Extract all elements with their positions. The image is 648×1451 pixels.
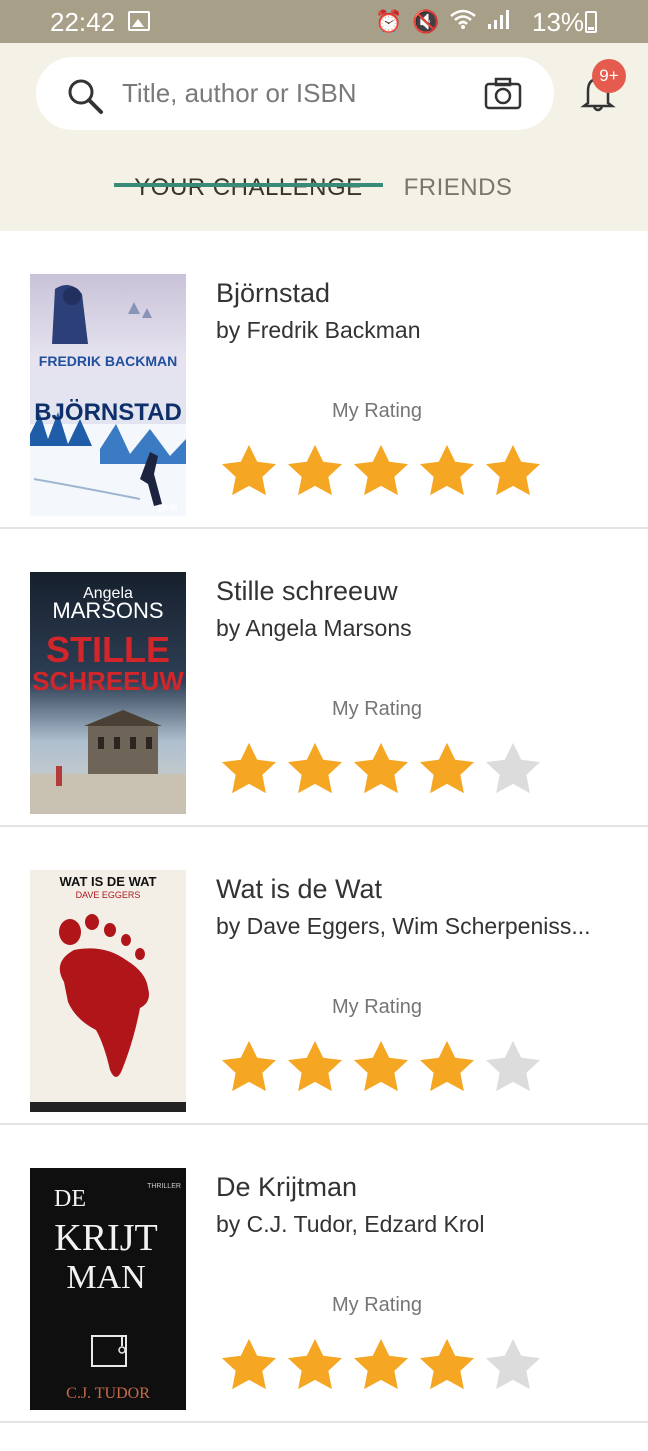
star-filled-icon[interactable] [216,1037,282,1093]
star-filled-icon[interactable] [216,1335,282,1391]
rating-label: My Rating [332,996,423,1018]
notification-badge[interactable]: 9+ [592,59,626,93]
star-empty-icon[interactable] [480,1335,546,1391]
rating-label: My Rating [332,698,423,720]
header: 9+ YOUR CHALLENGE FRIENDS [0,43,648,231]
star-filled-icon[interactable] [216,441,282,497]
book-title[interactable]: Björnstad [216,278,330,309]
star-rating[interactable] [216,739,546,795]
star-rating[interactable] [216,1335,546,1391]
list-item[interactable]: DE THRILLER KRIJT MAN C.J. TUDOR De Krij… [0,1125,648,1423]
status-time: 22:42 [50,7,116,37]
star-empty-icon[interactable] [480,739,546,795]
rating-label: My Rating [332,1294,423,1316]
list-item[interactable]: FREDRIK BACKMAN BJÖRNSTAD pirat Björnsta… [0,231,648,529]
cover-author-last: MARSONS [52,598,163,623]
camera-icon[interactable] [484,77,522,111]
star-filled-icon[interactable] [348,739,414,795]
star-filled-icon[interactable] [216,739,282,795]
cover-author: DAVE EGGERS [76,890,141,900]
search-bar[interactable] [36,57,554,130]
star-rating[interactable] [216,441,546,497]
star-filled-icon[interactable] [282,1037,348,1093]
list-item[interactable]: WAT IS DE WAT DAVE EGGERS Wat is de Wat … [0,827,648,1125]
status-icons: ⏰ 🔇 [375,8,512,36]
cover-publisher: pirat [158,502,178,513]
star-filled-icon[interactable] [414,1037,480,1093]
star-filled-icon[interactable] [414,739,480,795]
star-filled-icon[interactable] [348,441,414,497]
cover-title: BJÖRNSTAD [34,399,182,426]
star-empty-icon[interactable] [480,1037,546,1093]
tab-your-challenge[interactable]: YOUR CHALLENGE [114,166,383,231]
book-author[interactable]: by Angela Marsons [216,615,626,642]
tab-friends[interactable]: FRIENDS [398,166,518,231]
star-filled-icon[interactable] [480,441,546,497]
status-bar: 22:42 ⏰ 🔇 13% [0,0,648,43]
star-filled-icon[interactable] [414,1335,480,1391]
signal-icon [486,8,512,36]
book-cover[interactable]: FREDRIK BACKMAN BJÖRNSTAD pirat [30,274,186,516]
book-cover[interactable]: Angela MARSONS STILLE SCHREEUW [30,572,186,814]
book-author[interactable]: by C.J. Tudor, Edzard Krol [216,1211,626,1238]
list-item[interactable]: Angela MARSONS STILLE SCHREEUW Stille sc… [0,529,648,827]
book-title[interactable]: Wat is de Wat [216,874,382,905]
mute-icon: 🔇 [412,9,440,34]
search-icon[interactable] [66,77,106,117]
image-icon [128,11,150,31]
rating-label: My Rating [332,400,423,422]
cover-line1: DE [54,1186,86,1212]
cover-title-line1: STILLE [46,629,170,670]
book-title[interactable]: Stille schreeuw [216,576,398,607]
search-input[interactable] [122,73,462,113]
book-cover[interactable]: WAT IS DE WAT DAVE EGGERS [30,870,186,1112]
book-author[interactable]: by Fredrik Backman [216,317,626,344]
cover-line3: MAN [66,1259,145,1296]
star-filled-icon[interactable] [282,1335,348,1391]
star-filled-icon[interactable] [282,441,348,497]
active-tab-indicator [114,183,383,187]
star-filled-icon[interactable] [282,739,348,795]
star-filled-icon[interactable] [414,441,480,497]
cover-title-line2: SCHREEUW [32,666,184,696]
cover-line2: KRIJT [54,1217,157,1259]
book-author[interactable]: by Dave Eggers, Wim Scherpeniss... [216,913,626,940]
battery-icon [585,11,597,33]
star-filled-icon[interactable] [348,1037,414,1093]
tab-bar: YOUR CHALLENGE FRIENDS [0,166,648,231]
cover-author: C.J. TUDOR [66,1385,150,1402]
book-cover[interactable]: DE THRILLER KRIJT MAN C.J. TUDOR [30,1168,186,1410]
book-title[interactable]: De Krijtman [216,1172,357,1203]
star-rating[interactable] [216,1037,546,1093]
wifi-icon [450,8,476,36]
star-filled-icon[interactable] [348,1335,414,1391]
battery-percent: 13% [532,7,585,37]
alarm-icon: ⏰ [375,9,403,34]
cover-title: WAT IS DE WAT [59,874,156,889]
cover-author: FREDRIK BACKMAN [39,353,177,369]
cover-genre: THRILLER [147,1183,181,1190]
